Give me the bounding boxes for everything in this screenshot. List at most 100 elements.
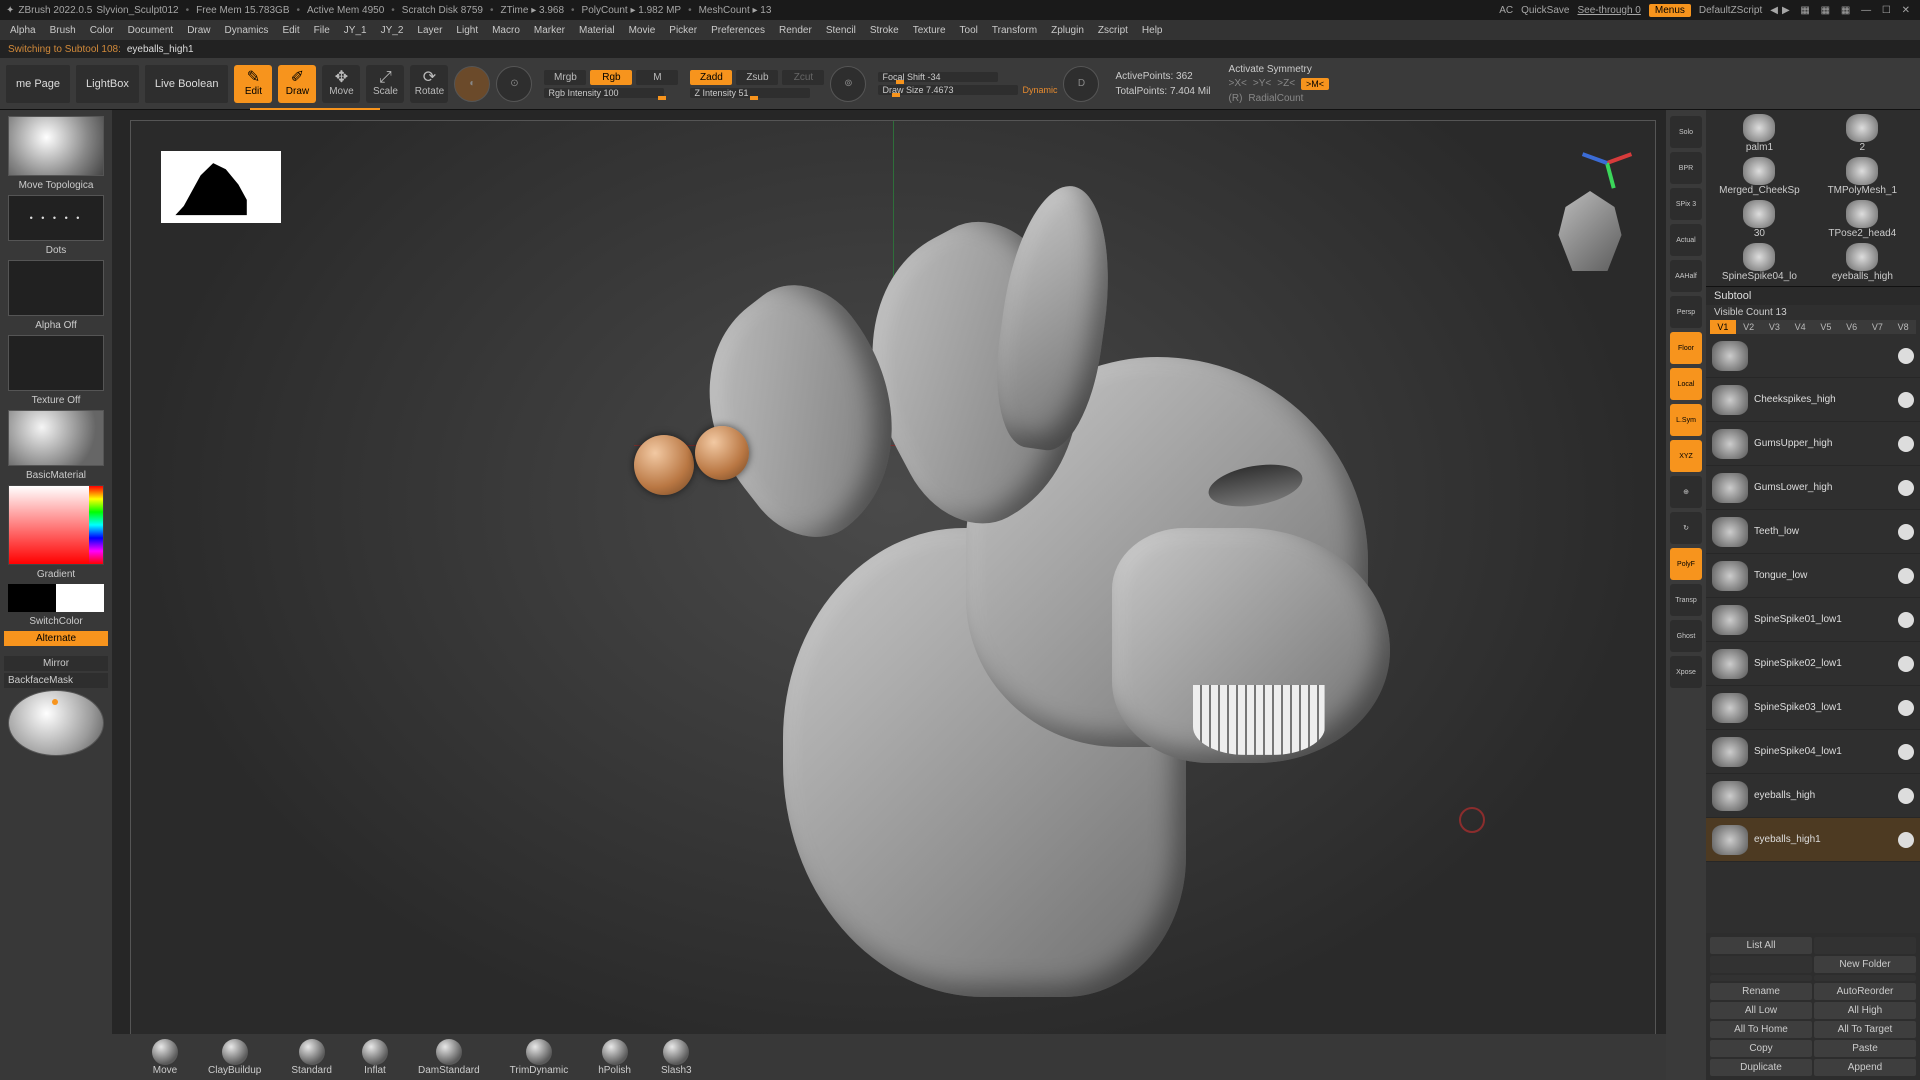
action-all-to-target[interactable]: All To Target	[1814, 1021, 1916, 1038]
menu-picker[interactable]: Picker	[669, 25, 697, 36]
ac-label[interactable]: AC	[1499, 5, 1513, 16]
dock-solo[interactable]: Solo	[1670, 116, 1702, 148]
lightbox-button[interactable]: LightBox	[76, 65, 139, 103]
menu-zscript[interactable]: Zscript	[1098, 25, 1128, 36]
dock-persp[interactable]: Persp	[1670, 296, 1702, 328]
vis-tab-V2[interactable]: V2	[1736, 320, 1762, 334]
reference-thumbnail[interactable]	[161, 151, 281, 223]
menu-preferences[interactable]: Preferences	[711, 25, 765, 36]
sym-y[interactable]: >Y<	[1253, 78, 1271, 90]
action-copy[interactable]: Copy	[1710, 1040, 1812, 1057]
shelf-brush-inflat[interactable]: Inflat	[362, 1039, 388, 1076]
mirror-button[interactable]: Mirror	[4, 656, 108, 671]
menu-document[interactable]: Document	[128, 25, 174, 36]
visibility-icon[interactable]	[1898, 568, 1914, 584]
gizmo-button[interactable]: ◐	[454, 66, 490, 102]
radial-count[interactable]: RadialCount	[1248, 93, 1303, 104]
switchcolor-button[interactable]: SwitchColor	[4, 614, 108, 629]
menu-dynamics[interactable]: Dynamics	[225, 25, 269, 36]
alpha-thumbnail[interactable]	[8, 260, 104, 316]
tool-thumb[interactable]: palm1	[1710, 114, 1809, 153]
dock-xyz[interactable]: XYZ	[1670, 440, 1702, 472]
dock-aahalf[interactable]: AAHalf	[1670, 260, 1702, 292]
subtool-header[interactable]: Subtool	[1706, 286, 1920, 305]
action-autoreorder[interactable]: AutoReorder	[1814, 983, 1916, 1000]
dynamic-button[interactable]: D	[1063, 66, 1099, 102]
seethrough-slider[interactable]: See-through 0	[1577, 5, 1640, 16]
menu-brush[interactable]: Brush	[50, 25, 76, 36]
viewport[interactable]	[112, 110, 1666, 1080]
menu-stencil[interactable]: Stencil	[826, 25, 856, 36]
stroke-thumbnail[interactable]: • • • • •	[8, 195, 104, 241]
shelf-brush-claybuildup[interactable]: ClayBuildup	[208, 1039, 261, 1076]
action-all-high[interactable]: All High	[1814, 1002, 1916, 1019]
subtool-row[interactable]: eyeballs_high	[1706, 774, 1920, 818]
vis-tab-V7[interactable]: V7	[1865, 320, 1891, 334]
action-append[interactable]: Append	[1814, 1059, 1916, 1076]
action-paste[interactable]: Paste	[1814, 1040, 1916, 1057]
dock-polyf[interactable]: PolyF	[1670, 548, 1702, 580]
subtool-list[interactable]: Cheekspikes_highGumsUpper_highGumsLower_…	[1706, 334, 1920, 933]
sculptris-button[interactable]: ⊙	[496, 66, 532, 102]
visibility-icon[interactable]	[1898, 700, 1914, 716]
subtool-row[interactable]: SpineSpike01_low1	[1706, 598, 1920, 642]
z-intensity-slider[interactable]: Z Intensity 51	[690, 88, 810, 98]
vis-tab-V3[interactable]: V3	[1762, 320, 1788, 334]
menu-light[interactable]: Light	[456, 25, 478, 36]
axis-gizmo[interactable]	[1577, 131, 1637, 191]
dynamic-circle[interactable]: ⊚	[830, 66, 866, 102]
menu-marker[interactable]: Marker	[534, 25, 565, 36]
sym-z[interactable]: >Z<	[1277, 78, 1295, 90]
dock-floor[interactable]: Floor	[1670, 332, 1702, 364]
scale-button[interactable]: ⤢Scale	[366, 65, 404, 103]
tool-thumb[interactable]: SpineSpike04_lo	[1710, 243, 1809, 282]
activate-symmetry-label[interactable]: Activate Symmetry	[1229, 64, 1330, 75]
camera-head-reference[interactable]	[1555, 191, 1625, 271]
menu-stroke[interactable]: Stroke	[870, 25, 899, 36]
tool-thumb[interactable]: TPose2_head4	[1813, 200, 1912, 239]
menu-alpha[interactable]: Alpha	[10, 25, 36, 36]
draw-button[interactable]: ✐Draw	[278, 65, 316, 103]
menu-texture[interactable]: Texture	[913, 25, 946, 36]
menu-jy_2[interactable]: JY_2	[381, 25, 404, 36]
dock-xpose[interactable]: Xpose	[1670, 656, 1702, 688]
gradient-label[interactable]: Gradient	[4, 567, 108, 582]
visibility-icon[interactable]	[1898, 612, 1914, 628]
visibility-icon[interactable]	[1898, 524, 1914, 540]
vis-tab-V1[interactable]: V1	[1710, 320, 1736, 334]
menu-color[interactable]: Color	[90, 25, 114, 36]
brush-preview-sphere[interactable]	[8, 690, 104, 756]
menu-macro[interactable]: Macro	[492, 25, 520, 36]
quicksave-button[interactable]: QuickSave	[1521, 5, 1569, 16]
dock-[interactable]: ↻	[1670, 512, 1702, 544]
shelf-brush-damstandard[interactable]: DamStandard	[418, 1039, 480, 1076]
defaultzscript-button[interactable]: DefaultZScript	[1699, 5, 1762, 16]
vis-tab-V4[interactable]: V4	[1787, 320, 1813, 334]
subtool-row[interactable]: eyeballs_high1	[1706, 818, 1920, 862]
rotate-button[interactable]: ⟳Rotate	[410, 65, 448, 103]
action-list-all[interactable]: List All	[1710, 937, 1812, 954]
brush-thumbnail[interactable]	[8, 116, 104, 176]
visible-count[interactable]: Visible Count 13	[1706, 305, 1920, 320]
liveboolean-button[interactable]: Live Boolean	[145, 65, 229, 103]
texture-thumbnail[interactable]	[8, 335, 104, 391]
zsub-button[interactable]: Zsub	[736, 70, 778, 85]
dock-spix3[interactable]: SPix 3	[1670, 188, 1702, 220]
zadd-button[interactable]: Zadd	[690, 70, 732, 85]
menu-edit[interactable]: Edit	[282, 25, 299, 36]
backfacemask-button[interactable]: BackfaceMask	[4, 673, 108, 688]
rgb-intensity-slider[interactable]: Rgb Intensity 100	[544, 88, 664, 98]
tool-thumb[interactable]: 2	[1813, 114, 1912, 153]
action-rename[interactable]: Rename	[1710, 983, 1812, 1000]
subtool-row[interactable]: GumsLower_high	[1706, 466, 1920, 510]
action-all-to-home[interactable]: All To Home	[1710, 1021, 1812, 1038]
subtool-row[interactable]: Tongue_low	[1706, 554, 1920, 598]
dynamic-label[interactable]: Dynamic	[1022, 85, 1057, 95]
sym-x[interactable]: >X<	[1229, 78, 1247, 90]
menu-tool[interactable]: Tool	[960, 25, 978, 36]
subtool-row[interactable]: SpineSpike02_low1	[1706, 642, 1920, 686]
menu-help[interactable]: Help	[1142, 25, 1163, 36]
material-thumbnail[interactable]	[8, 410, 104, 466]
menu-render[interactable]: Render	[779, 25, 812, 36]
action-new-folder[interactable]: New Folder	[1814, 956, 1916, 973]
